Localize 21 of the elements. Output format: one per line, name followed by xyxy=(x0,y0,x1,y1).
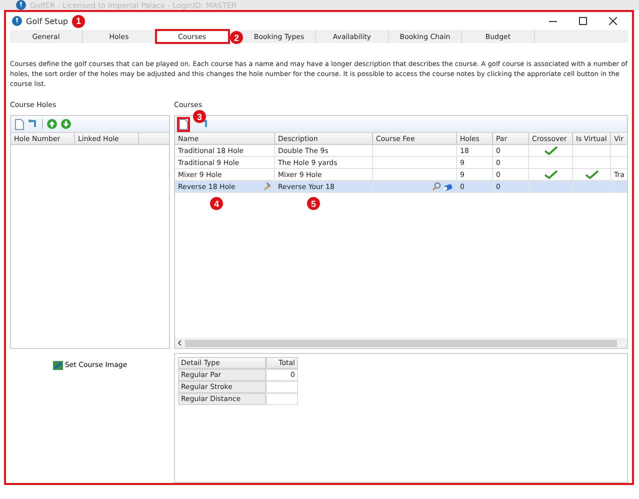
callout-badge: 5 xyxy=(307,197,320,210)
table-cell xyxy=(266,393,298,405)
callout-badge: 3 xyxy=(193,110,206,123)
brush-icon xyxy=(262,182,271,191)
app-logo-icon xyxy=(12,16,22,26)
new-document-icon[interactable] xyxy=(15,118,24,130)
callout-badge: 1 xyxy=(72,14,85,28)
callout-badge: 2 xyxy=(230,31,243,44)
magnifier-icon[interactable] xyxy=(432,182,441,191)
close-icon xyxy=(609,17,617,26)
picture-icon xyxy=(52,361,63,370)
minimize-icon xyxy=(549,20,557,22)
callout-badge: 4 xyxy=(210,197,223,210)
window-title: Golf Setup xyxy=(26,16,68,26)
table-cell xyxy=(266,381,298,393)
maximize-icon xyxy=(579,17,587,26)
new-document-icon[interactable] xyxy=(179,118,188,130)
move-down-icon[interactable] xyxy=(61,119,71,129)
move-up-icon[interactable] xyxy=(47,119,57,129)
link-icon[interactable] xyxy=(28,119,38,129)
horizontal-scrollbar[interactable] xyxy=(175,338,627,348)
